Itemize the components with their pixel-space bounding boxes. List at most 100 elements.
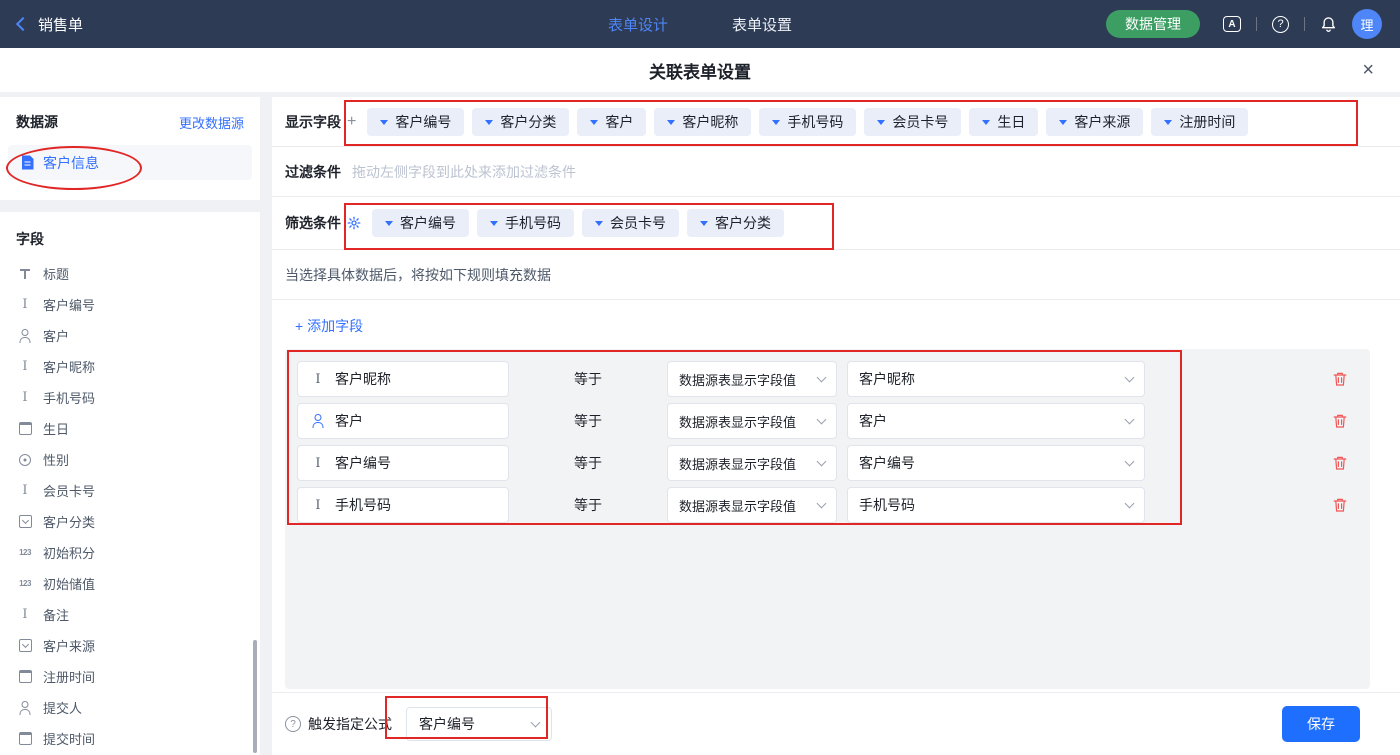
dropdown-arrow-icon	[590, 120, 598, 125]
topbar: 销售单 表单设计 表单设置 数据管理 A ? 理	[0, 0, 1400, 48]
sidebar-field-item[interactable]: 标题	[0, 258, 260, 289]
sidebar-field-item[interactable]: 手机号码	[0, 382, 260, 413]
display-field-pill[interactable]: 会员卡号	[864, 108, 961, 136]
chevron-down-icon	[817, 456, 827, 466]
field-label: 提交时间	[43, 729, 95, 748]
rule-row: 客户 等于 数据源表显示字段值 客户	[297, 403, 1358, 439]
sidebar-field-item[interactable]: 提交时间	[0, 723, 260, 754]
filter-condition-row: 过滤条件 拖动左侧字段到此处来添加过滤条件	[272, 147, 1400, 197]
gear-icon[interactable]	[347, 216, 361, 230]
rule-target-select[interactable]: 客户昵称	[847, 361, 1145, 397]
rule-target-select[interactable]: 手机号码	[847, 487, 1145, 523]
field-type-icon	[17, 545, 33, 561]
sidebar-field-item[interactable]: 注册时间	[0, 661, 260, 692]
display-field-pill[interactable]: 客户	[577, 108, 646, 136]
filter-condition-label: 过滤条件	[285, 162, 341, 182]
field-label: 手机号码	[43, 388, 95, 407]
rule-source-select[interactable]: 数据源表显示字段值	[667, 361, 837, 397]
translate-icon[interactable]: A	[1223, 16, 1241, 32]
display-field-pill[interactable]: 客户昵称	[654, 108, 751, 136]
field-label: 性别	[43, 450, 69, 469]
notification-bell-icon[interactable]	[1320, 16, 1337, 33]
sidebar-field-item[interactable]: 性别	[0, 444, 260, 475]
change-datasource-link[interactable]: 更改数据源	[179, 113, 244, 132]
screen-field-pill[interactable]: 会员卡号	[582, 209, 679, 237]
sidebar-field-item[interactable]: 初始积分	[0, 537, 260, 568]
rule-target-select[interactable]: 客户	[847, 403, 1145, 439]
question-circle-icon[interactable]: ?	[285, 716, 301, 732]
delete-rule-icon[interactable]	[1332, 455, 1348, 471]
field-label: 客户昵称	[43, 357, 95, 376]
rule-target-select[interactable]: 客户编号	[847, 445, 1145, 481]
chevron-down-icon	[1125, 498, 1135, 508]
back-nav[interactable]: 销售单	[18, 14, 83, 35]
save-button[interactable]: 保存	[1282, 706, 1360, 742]
field-label: 注册时间	[43, 667, 95, 686]
sidebar-field-item[interactable]: 客户昵称	[0, 351, 260, 382]
rule-source-select[interactable]: 数据源表显示字段值	[667, 445, 837, 481]
tab-form-design[interactable]: 表单设计	[608, 14, 668, 35]
rule-source-select[interactable]: 数据源表显示字段值	[667, 403, 837, 439]
rules-panel: 客户昵称 等于 数据源表显示字段值 客户昵称 客户 等于 数据源表显示字段值 客…	[285, 349, 1370, 689]
tab-form-settings[interactable]: 表单设置	[732, 14, 792, 35]
rule-field-box[interactable]: 手机号码	[297, 487, 509, 523]
delete-rule-icon[interactable]	[1332, 497, 1348, 513]
field-type-icon	[17, 576, 33, 592]
help-icon[interactable]: ?	[1272, 16, 1289, 33]
back-label[interactable]: 销售单	[38, 14, 83, 35]
delete-rule-icon[interactable]	[1332, 413, 1348, 429]
dropdown-arrow-icon	[772, 120, 780, 125]
sidebar-field-item[interactable]: 客户编号	[0, 289, 260, 320]
dropdown-arrow-icon	[1164, 120, 1172, 125]
display-field-pill[interactable]: 注册时间	[1151, 108, 1248, 136]
dropdown-arrow-icon	[877, 120, 885, 125]
data-manage-button[interactable]: 数据管理	[1106, 10, 1200, 38]
sidebar-field-item[interactable]: 提交人	[0, 692, 260, 723]
display-field-pill[interactable]: 客户分类	[472, 108, 569, 136]
rule-field-box[interactable]: 客户编号	[297, 445, 509, 481]
field-list: 标题 客户编号 客户 客户昵称 手机号码 生日 性别 会员卡号 客户分类 初始积…	[0, 258, 260, 754]
sidebar-field-item[interactable]: 客户	[0, 320, 260, 351]
rule-source-select[interactable]: 数据源表显示字段值	[667, 487, 837, 523]
divider	[1304, 17, 1305, 31]
topbar-actions: 数据管理 A ? 理	[1106, 9, 1382, 39]
chevron-down-icon	[531, 717, 541, 727]
filter-dropzone[interactable]: 拖动左侧字段到此处来添加过滤条件	[352, 162, 1400, 182]
display-field-pill[interactable]: 客户编号	[367, 108, 464, 136]
sidebar-field-item[interactable]: 客户分类	[0, 506, 260, 537]
sidebar-field-item[interactable]: 客户来源	[0, 630, 260, 661]
rule-field-box[interactable]: 客户昵称	[297, 361, 509, 397]
trigger-formula-select[interactable]: 客户编号	[406, 707, 552, 741]
datasource-item[interactable]: 客户信息	[8, 145, 252, 180]
display-field-pills: 客户编号 客户分类 客户 客户昵称 手机号码 会员卡号 生日 客户来源 注册时间	[367, 108, 1248, 136]
add-field-link[interactable]: + 添加字段	[295, 316, 363, 336]
screen-field-pill[interactable]: 客户分类	[687, 209, 784, 237]
display-field-pill[interactable]: 客户来源	[1046, 108, 1143, 136]
field-label: 客户	[43, 326, 69, 345]
delete-rule-icon[interactable]	[1332, 371, 1348, 387]
field-type-icon	[17, 266, 33, 282]
close-icon[interactable]: ×	[1362, 60, 1374, 80]
rule-row: 手机号码 等于 数据源表显示字段值 手机号码	[297, 487, 1358, 523]
rule-field-box[interactable]: 客户	[297, 403, 509, 439]
sidebar-scrollbar[interactable]	[253, 640, 257, 753]
display-field-pill[interactable]: 生日	[969, 108, 1038, 136]
sidebar-field-item[interactable]: 初始储值	[0, 568, 260, 599]
screen-field-pills: 客户编号 手机号码 会员卡号 客户分类	[372, 209, 784, 237]
screen-condition-label: 筛选条件	[285, 213, 341, 233]
field-label: 备注	[43, 605, 69, 624]
display-field-pill[interactable]: 手机号码	[759, 108, 856, 136]
sidebar-field-item[interactable]: 备注	[0, 599, 260, 630]
sidebar-field-item[interactable]: 会员卡号	[0, 475, 260, 506]
display-fields-row: 显示字段 + 客户编号 客户分类 客户 客户昵称 手机号码 会员卡号 生日 客户…	[272, 97, 1400, 147]
avatar[interactable]: 理	[1352, 9, 1382, 39]
dropdown-arrow-icon	[385, 221, 393, 226]
back-chevron-icon[interactable]	[16, 17, 30, 31]
dropdown-arrow-icon	[667, 120, 675, 125]
screen-field-pill[interactable]: 手机号码	[477, 209, 574, 237]
rule-row: 客户昵称 等于 数据源表显示字段值 客户昵称	[297, 361, 1358, 397]
screen-field-pill[interactable]: 客户编号	[372, 209, 469, 237]
sidebar-field-item[interactable]: 生日	[0, 413, 260, 444]
document-icon	[21, 155, 34, 170]
add-display-field-button[interactable]: +	[347, 113, 356, 131]
